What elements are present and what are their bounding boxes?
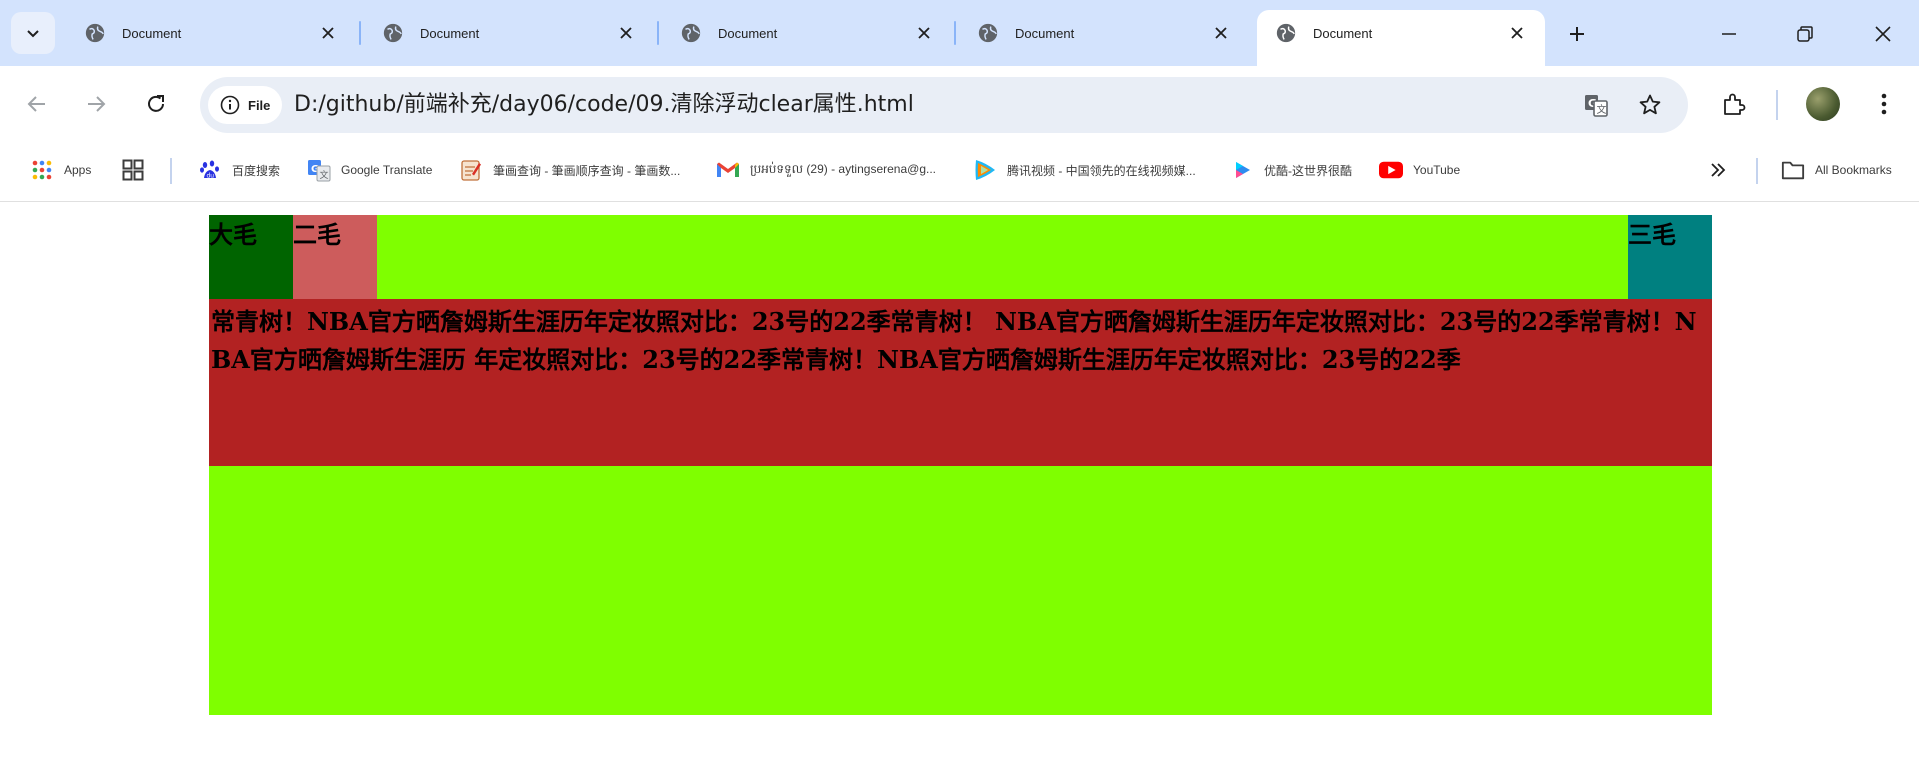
close-icon[interactable] [1209, 21, 1233, 45]
tab-separator [359, 21, 361, 45]
bookmark-google-translate[interactable]: G文 Google Translate [307, 154, 432, 186]
chip-label: File [248, 97, 271, 113]
bookmark-youku[interactable]: 优酷-这世界很酷 [1230, 154, 1352, 186]
tab-search-button[interactable] [11, 12, 55, 54]
tab-title: Document [1015, 25, 1075, 41]
url-text[interactable]: D:/github/前端补充/day06/code/09.清除浮动clear属性… [294, 77, 914, 133]
notepad-icon [459, 158, 483, 182]
youku-icon [1230, 158, 1254, 182]
avatar[interactable] [1806, 87, 1840, 121]
apps-grid-icon [30, 158, 54, 182]
translate-icon[interactable]: G文 [1582, 91, 1610, 119]
close-icon [1875, 26, 1891, 42]
svg-text:文: 文 [1597, 103, 1607, 116]
back-button[interactable] [17, 84, 57, 124]
more-vertical-icon [1881, 93, 1887, 115]
tab-title: Document [122, 25, 182, 41]
tab-separator [954, 21, 956, 45]
tencent-video-icon [973, 158, 997, 182]
baidu-icon: du [198, 158, 222, 182]
bookmark-tab-groups[interactable] [121, 154, 155, 186]
bookmark-label: 腾讯视频 - 中国领先的在线视频媒... [1007, 163, 1196, 178]
address-bar[interactable]: File D:/github/前端补充/day06/code/09.清除浮动cl… [200, 77, 1688, 133]
tab-4[interactable]: Document [959, 12, 1249, 54]
svg-text:du: du [207, 173, 215, 180]
arrow-right-icon [88, 96, 106, 112]
globe-icon [681, 23, 701, 43]
paragraph-block: 常青树！NBA官方晒詹姆斯生涯历年定妆照对比：23号的22季常青树！ NBA官方… [209, 299, 1712, 466]
bookmark-label: ប្រអប់ទទួល (29) - aytingserena@g... [750, 162, 936, 176]
page-viewport: 大毛 二毛 三毛 常青树！NBA官方晒詹姆斯生涯历年定妆照对比：23号的22季常… [0, 202, 1919, 763]
bookmark-baidu[interactable]: du 百度搜索 [198, 154, 280, 186]
forward-button[interactable] [76, 84, 116, 124]
bookmark-label: 百度搜索 [232, 163, 281, 178]
minimize-icon [1722, 33, 1736, 35]
tab-strip: Document Document Document Document Docu… [0, 0, 1919, 66]
restore-icon [1797, 26, 1813, 42]
star-icon[interactable] [1636, 91, 1664, 119]
youtube-icon [1379, 158, 1403, 182]
reload-button[interactable] [136, 84, 176, 124]
float-box-damao: 大毛 [209, 215, 293, 299]
svg-text:文: 文 [320, 169, 329, 181]
globe-icon [85, 23, 105, 43]
tab-2[interactable]: Document [364, 12, 654, 54]
bookmark-label: 筆画查询 - 筆画顺序查询 - 筆画数... [493, 163, 681, 178]
tab-1[interactable]: Document [66, 12, 356, 54]
bookmark-apps[interactable]: Apps [30, 154, 91, 186]
bookmark-label: 优酷-这世界很酷 [1264, 163, 1352, 178]
tab-groups-icon [121, 158, 145, 182]
tab-title: Document [1313, 25, 1373, 41]
tab-separator [657, 21, 659, 45]
plus-icon [1570, 27, 1584, 41]
outer-container: 大毛 二毛 三毛 常青树！NBA官方晒詹姆斯生涯历年定妆照对比：23号的22季常… [209, 215, 1712, 715]
chevron-down-icon [27, 30, 39, 38]
extensions-icon[interactable] [1714, 84, 1754, 124]
globe-icon [1276, 23, 1296, 43]
reload-icon [148, 95, 164, 112]
bookmarks-separator [170, 158, 172, 184]
tab-3[interactable]: Document [662, 12, 952, 54]
bookmark-label: YouTube [1413, 163, 1461, 177]
close-icon[interactable] [1505, 21, 1529, 45]
google-translate-icon: G文 [307, 158, 331, 182]
chevron-double-right-icon [1706, 158, 1730, 182]
tab-title: Document [420, 25, 480, 41]
globe-icon [383, 23, 403, 43]
gmail-icon [716, 158, 740, 182]
menu-button[interactable] [1864, 84, 1904, 124]
float-box-sanmao: 三毛 [1628, 215, 1712, 299]
bookmark-tencent-video[interactable]: 腾讯视频 - 中国领先的在线视频媒... [973, 154, 1196, 186]
minimize-button[interactable] [1706, 14, 1752, 54]
bookmark-label: Apps [64, 163, 92, 177]
tab-5-active[interactable]: Document [1257, 10, 1545, 66]
tab-title: Document [718, 25, 778, 41]
restore-button[interactable] [1782, 14, 1828, 54]
browser-toolbar: File D:/github/前端补充/day06/code/09.清除浮动cl… [0, 66, 1919, 144]
close-icon[interactable] [912, 21, 936, 45]
bookmark-youtube[interactable]: YouTube [1379, 154, 1460, 186]
bookmark-label: Google Translate [341, 163, 433, 177]
bookmark-label: All Bookmarks [1815, 163, 1892, 177]
bookmark-gmail[interactable]: ប្រអប់ទទួល (29) - aytingserena@g... [716, 154, 936, 186]
toolbar-separator [1776, 90, 1778, 120]
globe-icon [978, 23, 998, 43]
close-window-button[interactable] [1860, 14, 1906, 54]
info-icon [220, 95, 240, 115]
site-info-chip[interactable]: File [208, 86, 282, 124]
arrow-left-icon [27, 96, 45, 112]
bookmarks-bar: Apps du 百度搜索 G文 Google Translate 筆画查询 - … [0, 144, 1919, 202]
all-bookmarks-button[interactable]: All Bookmarks [1781, 154, 1892, 186]
more-bookmarks-button[interactable] [1706, 154, 1740, 186]
bookmark-bihua[interactable]: 筆画查询 - 筆画顺序查询 - 筆画数... [459, 154, 680, 186]
folder-icon [1781, 158, 1805, 182]
bookmarks-separator [1756, 158, 1758, 184]
new-tab-button[interactable] [1562, 20, 1592, 48]
close-icon[interactable] [614, 21, 638, 45]
float-box-ermao: 二毛 [293, 215, 377, 299]
close-icon[interactable] [316, 21, 340, 45]
